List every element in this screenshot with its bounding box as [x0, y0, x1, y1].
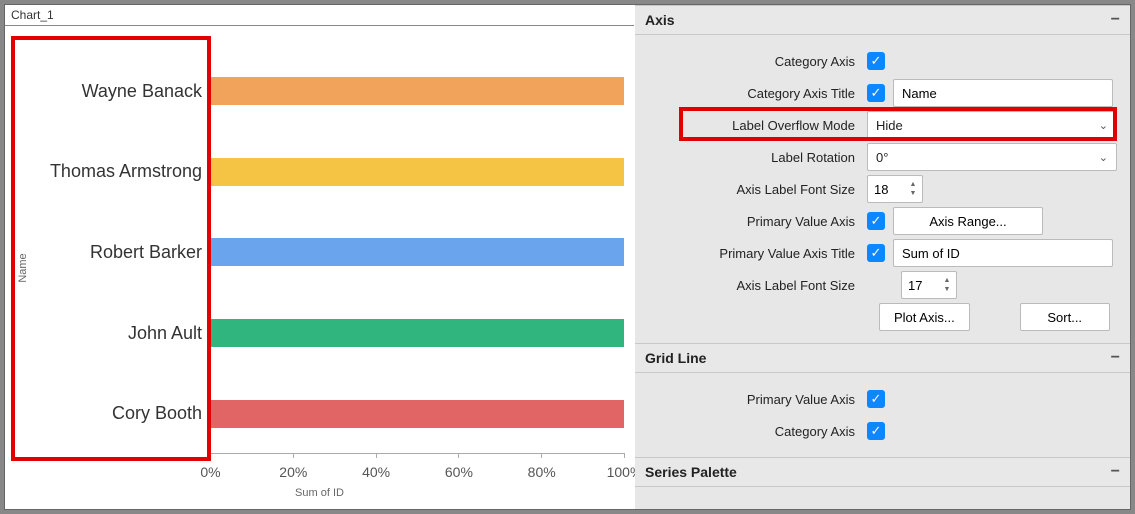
- bar-label: Cory Booth: [45, 403, 210, 424]
- input-primary-value-axis-title[interactable]: [893, 239, 1113, 267]
- axis-range-button[interactable]: Axis Range...: [893, 207, 1043, 235]
- row-category-axis: Category Axis ✓: [647, 47, 1118, 75]
- label-axis-font-size-1: Axis Label Font Size: [647, 182, 867, 197]
- label-category-axis-title: Category Axis Title: [647, 86, 867, 101]
- label-axis-font-size-2: Axis Label Font Size: [647, 278, 867, 293]
- spinner-input-1[interactable]: [874, 182, 902, 197]
- x-axis-title: Sum of ID: [295, 487, 344, 499]
- section-body-axis: Category Axis ✓ Category Axis Title ✓ La…: [635, 35, 1130, 343]
- checkbox-category-axis[interactable]: ✓: [867, 52, 885, 70]
- checkbox-primary-value-axis-title[interactable]: ✓: [867, 244, 885, 262]
- x-tick: 80%: [541, 51, 542, 458]
- label-grid-category: Category Axis: [647, 424, 867, 439]
- label-grid-primary: Primary Value Axis: [647, 392, 867, 407]
- chevron-down-icon: ⌄: [1099, 151, 1108, 164]
- label-primary-value-axis-title: Primary Value Axis Title: [647, 246, 867, 261]
- collapse-icon: −: [1111, 15, 1120, 25]
- label-rotation: Label Rotation: [647, 150, 867, 165]
- section-header-axis[interactable]: Axis −: [635, 5, 1130, 35]
- app-window: Chart_1 Name Wayne Banack Thomas Armstron…: [4, 4, 1131, 510]
- spinner-down-icon[interactable]: ▼: [906, 189, 920, 198]
- row-category-axis-title: Category Axis Title ✓: [647, 79, 1118, 107]
- section-header-series-palette[interactable]: Series Palette −: [635, 457, 1130, 487]
- collapse-icon: −: [1111, 353, 1120, 363]
- section-title-gridline: Grid Line: [645, 350, 706, 366]
- section-header-gridline[interactable]: Grid Line −: [635, 343, 1130, 373]
- bar-label: Wayne Banack: [45, 81, 210, 102]
- spinner-axis-font-size-2[interactable]: ▲▼: [901, 271, 957, 299]
- collapse-icon: −: [1111, 467, 1120, 477]
- x-tick: 0%: [210, 51, 211, 458]
- chevron-down-icon: ⌄: [1099, 119, 1108, 132]
- spinner-up-icon[interactable]: ▲: [940, 276, 954, 285]
- row-plot-sort: Plot Axis... Sort...: [647, 303, 1118, 331]
- y-axis-title: Name: [17, 253, 29, 282]
- plot-axis-button[interactable]: Plot Axis...: [879, 303, 970, 331]
- spinner-up-icon[interactable]: ▲: [906, 180, 920, 189]
- spinner-input-2[interactable]: [908, 278, 936, 293]
- select-label-rotation[interactable]: 0° ⌄: [867, 143, 1117, 171]
- section-title-series-palette: Series Palette: [645, 464, 737, 480]
- section-body-gridline: Primary Value Axis ✓ Category Axis ✓: [635, 373, 1130, 457]
- bar-label: John Ault: [45, 323, 210, 344]
- select-rotation-value: 0°: [876, 150, 888, 165]
- chart-body: Name Wayne Banack Thomas Armstrong Robert …: [5, 26, 634, 509]
- row-label-rotation: Label Rotation 0° ⌄: [647, 143, 1118, 171]
- label-category-axis: Category Axis: [647, 54, 867, 69]
- x-tick-label: 20%: [279, 464, 307, 480]
- select-label-overflow[interactable]: Hide ⌄: [867, 111, 1117, 139]
- x-tick: 40%: [376, 51, 377, 458]
- x-tick: 60%: [458, 51, 459, 458]
- x-tick-label: 80%: [528, 464, 556, 480]
- select-label-overflow-value: Hide: [876, 118, 903, 133]
- properties-pane: Axis − Category Axis ✓ Category Axis Tit…: [635, 5, 1130, 509]
- checkbox-grid-category[interactable]: ✓: [867, 422, 885, 440]
- x-tick: 100%: [624, 51, 625, 458]
- x-axis-line: 0%20%40%60%80%100%: [210, 51, 624, 454]
- row-primary-value-axis: Primary Value Axis ✓ Axis Range...: [647, 207, 1118, 235]
- row-axis-label-font-size: Axis Label Font Size ▲▼: [647, 175, 1118, 203]
- row-label-overflow: Label Overflow Mode Hide ⌄: [647, 111, 1118, 139]
- row-grid-primary: Primary Value Axis ✓: [647, 385, 1118, 413]
- row-axis-label-font-size-2: Axis Label Font Size ▲▼: [647, 271, 1118, 299]
- row-primary-value-axis-title: Primary Value Axis Title ✓: [647, 239, 1118, 267]
- chart-pane: Chart_1 Name Wayne Banack Thomas Armstron…: [5, 5, 635, 509]
- section-title-axis: Axis: [645, 12, 675, 28]
- x-tick: 20%: [293, 51, 294, 458]
- checkbox-primary-value-axis[interactable]: ✓: [867, 212, 885, 230]
- spinner-axis-font-size-1[interactable]: ▲▼: [867, 175, 923, 203]
- label-primary-value-axis: Primary Value Axis: [647, 214, 867, 229]
- input-category-axis-title[interactable]: [893, 79, 1113, 107]
- sort-button[interactable]: Sort...: [1020, 303, 1110, 331]
- x-tick-label: 40%: [362, 464, 390, 480]
- x-tick-label: 0%: [200, 464, 220, 480]
- spinner-down-icon[interactable]: ▼: [940, 285, 954, 294]
- plot-area: Wayne Banack Thomas Armstrong Robert Barke…: [45, 51, 624, 454]
- x-tick-label: 60%: [445, 464, 473, 480]
- bar-label: Robert Barker: [45, 242, 210, 263]
- checkbox-category-axis-title[interactable]: ✓: [867, 84, 885, 102]
- label-overflow-mode: Label Overflow Mode: [647, 118, 867, 133]
- chart-tab[interactable]: Chart_1: [5, 5, 634, 26]
- bar-label: Thomas Armstrong: [45, 161, 210, 182]
- row-grid-category: Category Axis ✓: [647, 417, 1118, 445]
- checkbox-grid-primary[interactable]: ✓: [867, 390, 885, 408]
